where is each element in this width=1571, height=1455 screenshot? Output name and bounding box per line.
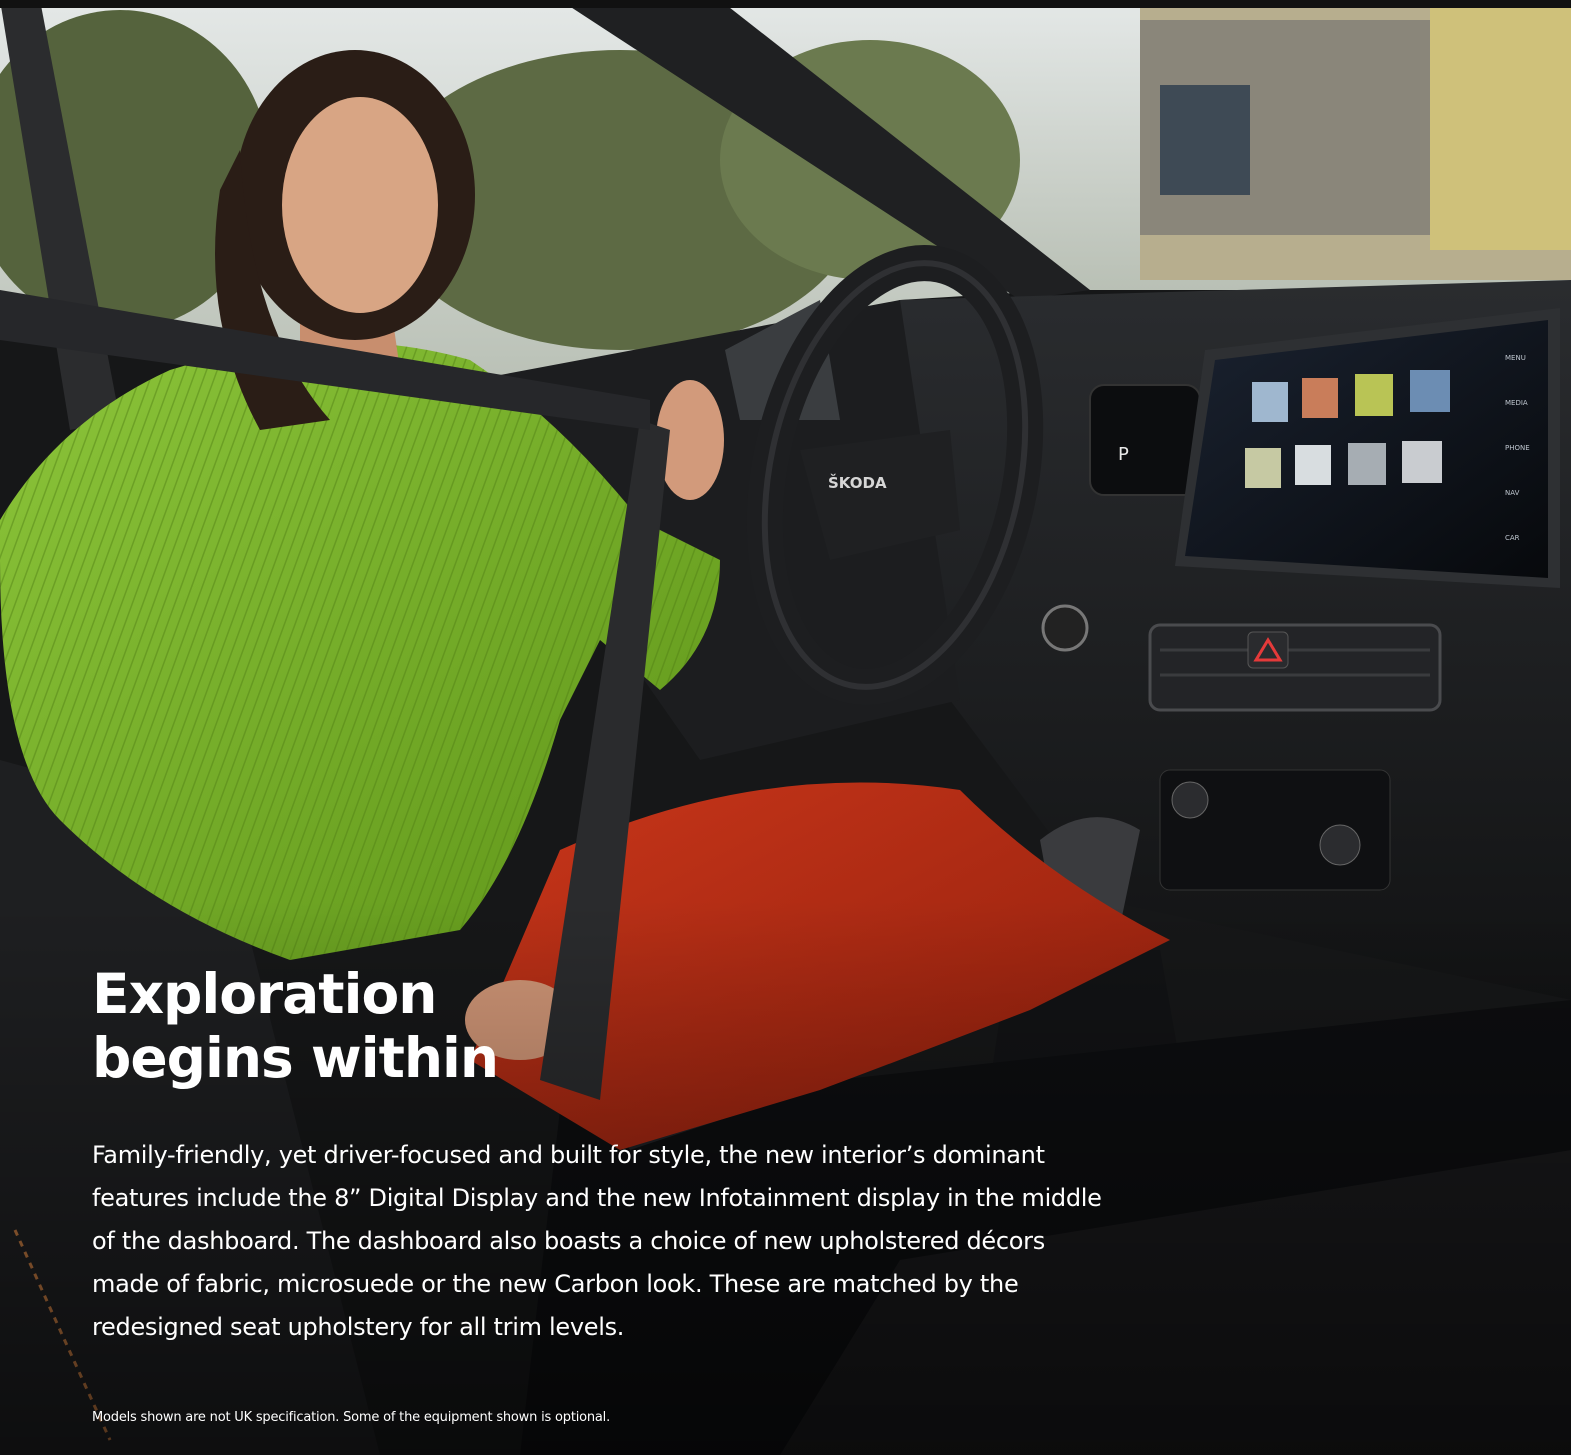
screen-menu-car: CAR <box>1505 534 1520 542</box>
headline-line-1: Exploration <box>92 962 437 1026</box>
infotainment-display: MENU MEDIA PHONE NAV CAR <box>1175 308 1560 588</box>
roof-liner <box>0 0 1571 8</box>
app-tile <box>1295 445 1331 485</box>
app-tile <box>1410 370 1450 412</box>
air-vents <box>1148 623 1442 712</box>
face <box>282 97 438 313</box>
headline: Exploration begins within <box>92 962 499 1090</box>
screen-menu-phone: PHONE <box>1505 444 1530 452</box>
app-tile <box>1252 382 1288 422</box>
brochure-page: P MENU MEDIA PHONE NAV CAR ŠKODA Explora… <box>0 0 1571 1455</box>
app-tile <box>1355 374 1393 416</box>
screen-menu-media: MEDIA <box>1505 399 1528 407</box>
screen-menu-menu: MENU <box>1505 354 1526 362</box>
screen-menu-nav: NAV <box>1505 489 1520 497</box>
app-tile <box>1302 378 1338 418</box>
building <box>1430 0 1571 250</box>
gear-indicator: P <box>1118 444 1129 465</box>
headline-line-2: begins within <box>92 1026 499 1090</box>
app-tile <box>1348 443 1386 485</box>
body-copy: Family-friendly, yet driver-focused and … <box>92 1141 1102 1341</box>
disclaimer: Models shown are not UK specification. S… <box>92 1410 611 1425</box>
start-button <box>1041 604 1089 652</box>
building-window <box>1160 85 1250 195</box>
steering-wheel-badge: ŠKODA <box>828 473 887 492</box>
app-tile <box>1245 448 1281 488</box>
app-tile <box>1402 441 1442 483</box>
digital-display <box>1089 384 1201 496</box>
